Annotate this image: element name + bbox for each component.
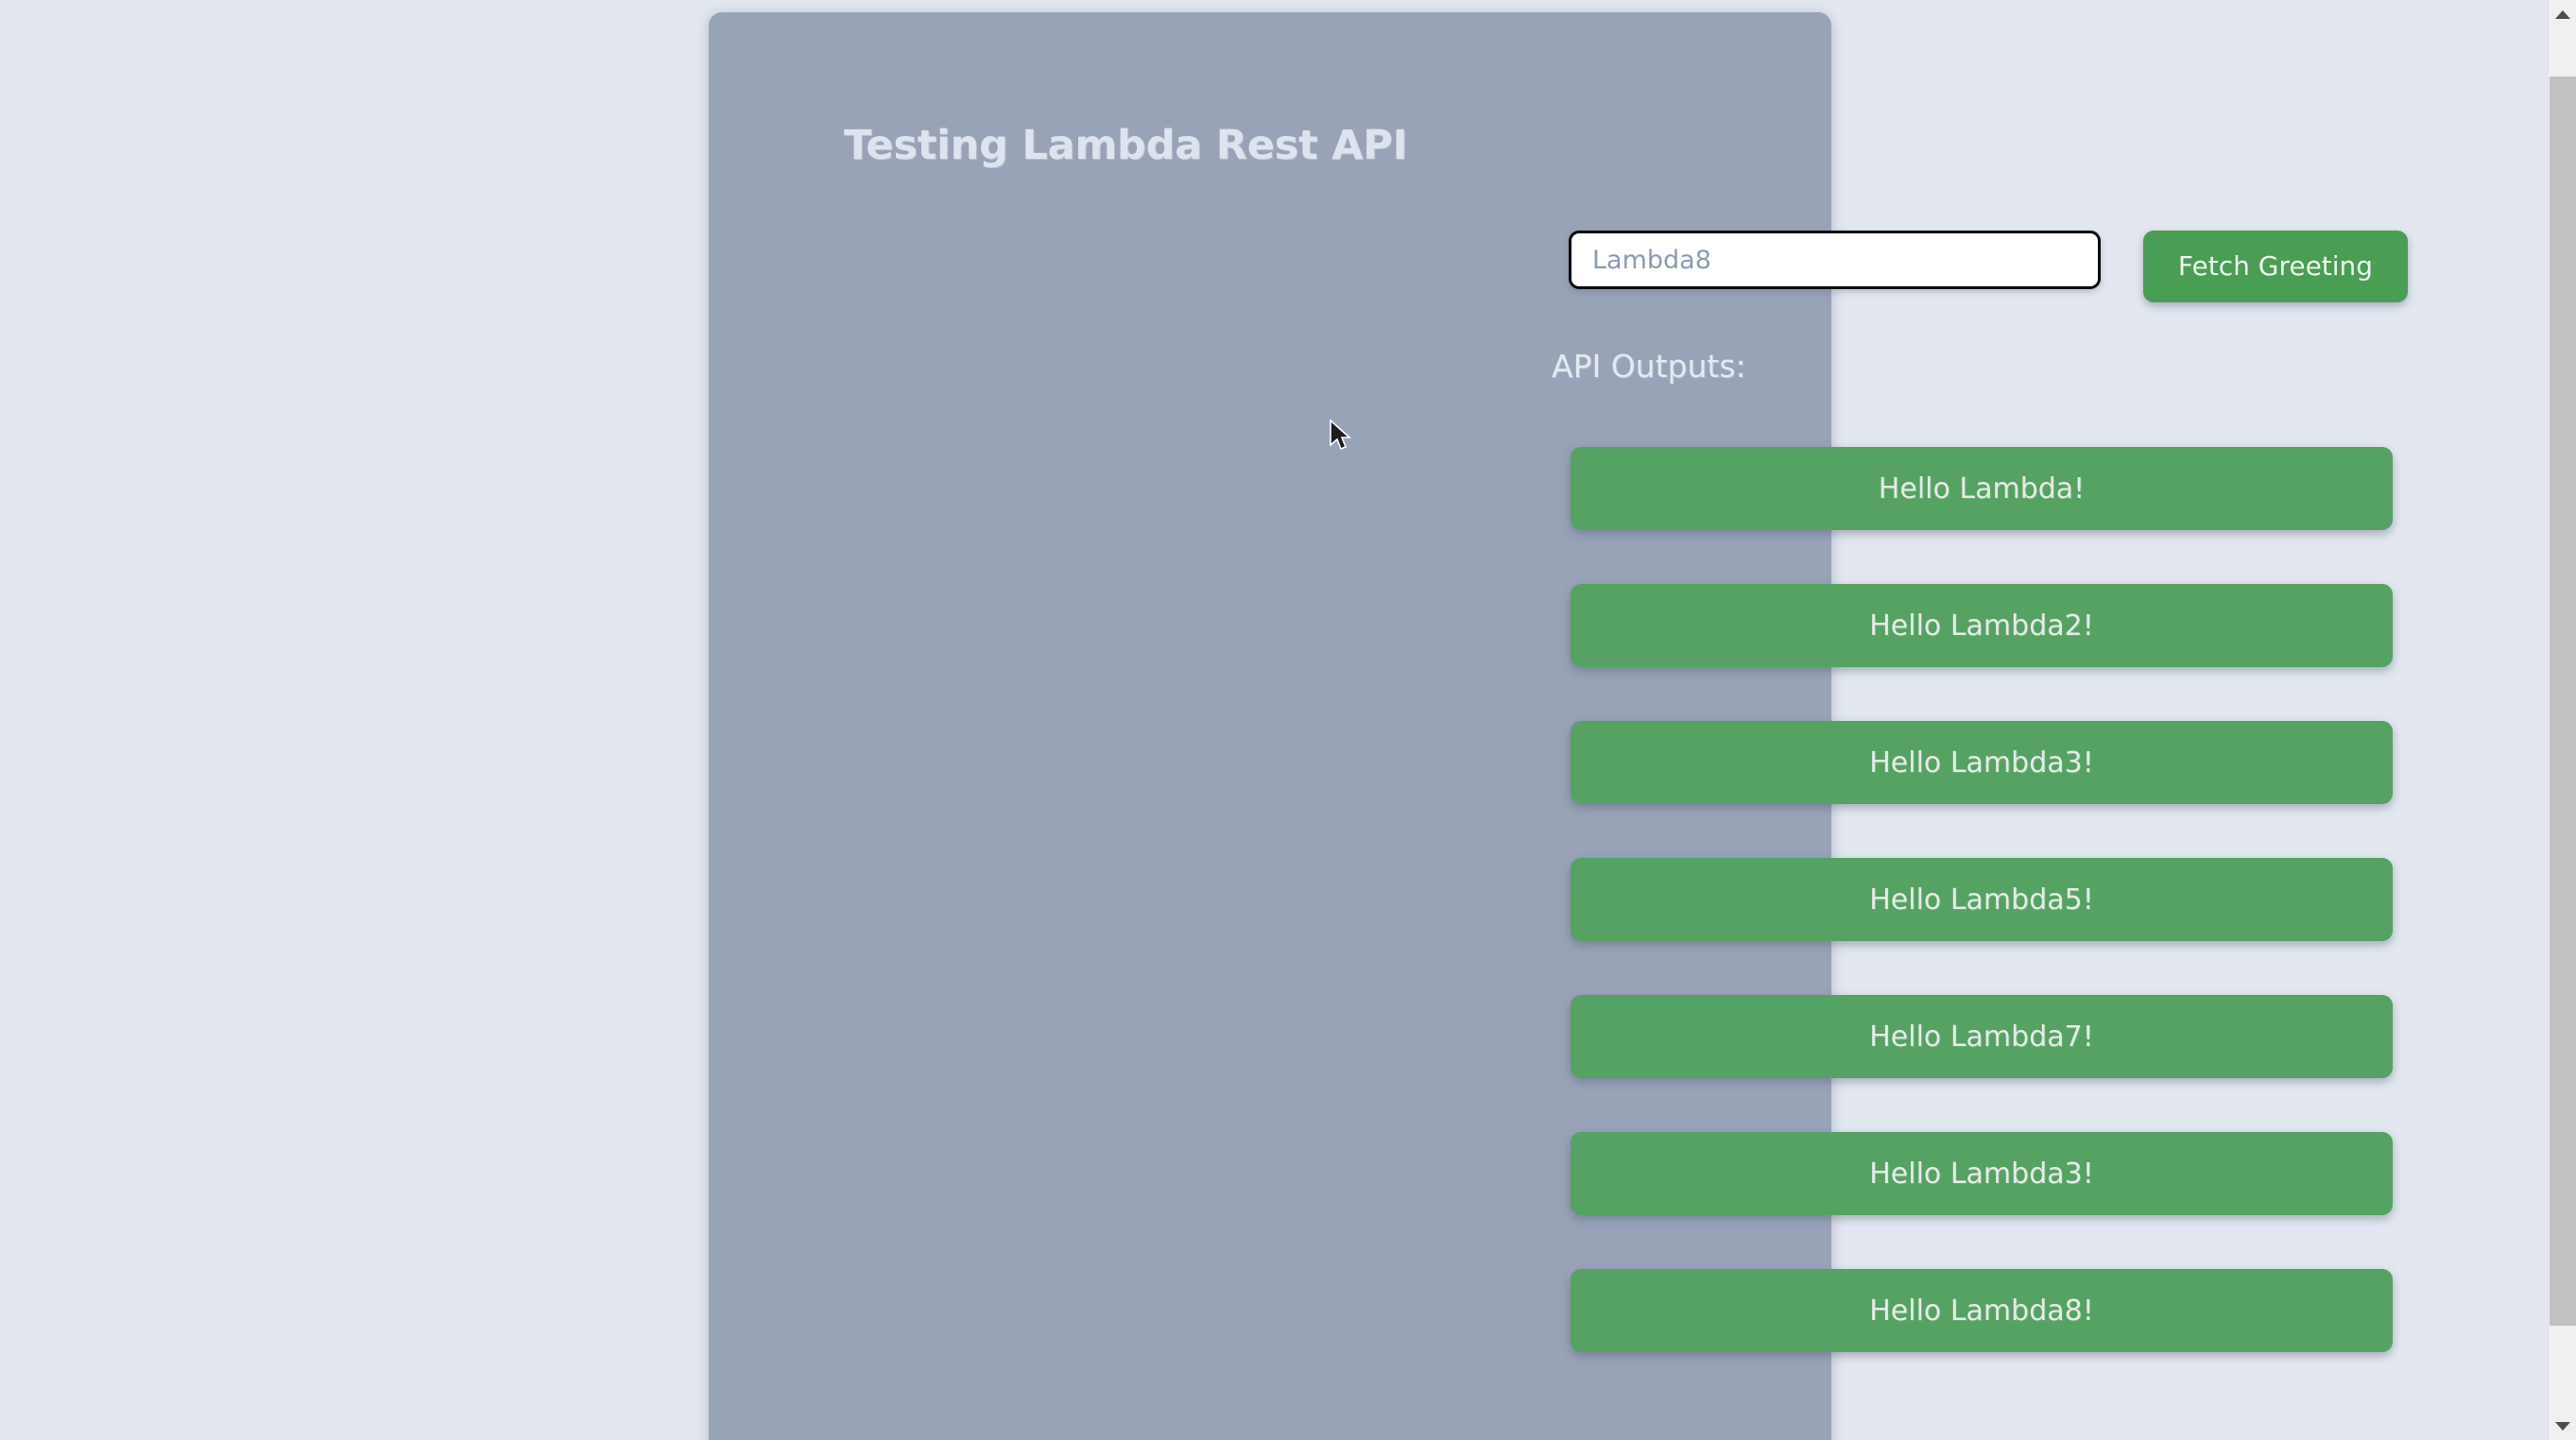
app-card: Testing Lambda Rest API Fetch Greeting A… (709, 12, 2408, 1440)
output-card-text: Hello Lambda3! (1869, 746, 2094, 780)
output-card: Hello Lambda7! (1571, 995, 2393, 1078)
page-viewport: Testing Lambda Rest API Fetch Greeting A… (0, 0, 2548, 1440)
output-card: Hello Lambda3! (1571, 1132, 2393, 1215)
fetch-greeting-button[interactable]: Fetch Greeting (2143, 231, 2408, 302)
output-card-text: Hello Lambda2! (1869, 609, 2094, 643)
vertical-scrollbar[interactable] (2548, 0, 2576, 1440)
output-card-text: Hello Lambda8! (1869, 1294, 2094, 1328)
output-card: Hello Lambda5! (1571, 858, 2393, 941)
output-card: Hello Lambda2! (1571, 584, 2393, 667)
output-card-text: Hello Lambda! (1878, 471, 2086, 506)
output-card-text: Hello Lambda3! (1869, 1157, 2094, 1191)
scrollbar-down-button[interactable] (2549, 1412, 2576, 1440)
output-card: Hello Lambda! (1571, 447, 2393, 530)
name-input[interactable] (1569, 231, 2101, 289)
page-title: Testing Lambda Rest API (844, 122, 1408, 169)
output-card-text: Hello Lambda5! (1869, 883, 2094, 917)
triangle-down-icon (2554, 1421, 2570, 1431)
triangle-up-icon (2554, 9, 2570, 19)
api-outputs-label: API Outputs: (1552, 348, 1746, 385)
output-card-text: Hello Lambda7! (1869, 1020, 2094, 1054)
api-outputs-list: Hello Lambda! Hello Lambda2! Hello Lambd… (1571, 447, 2393, 1406)
scrollbar-thumb[interactable] (2550, 77, 2576, 1326)
output-card: Hello Lambda8! (1571, 1269, 2393, 1352)
output-card: Hello Lambda3! (1571, 721, 2393, 804)
scrollbar-up-button[interactable] (2549, 0, 2576, 28)
